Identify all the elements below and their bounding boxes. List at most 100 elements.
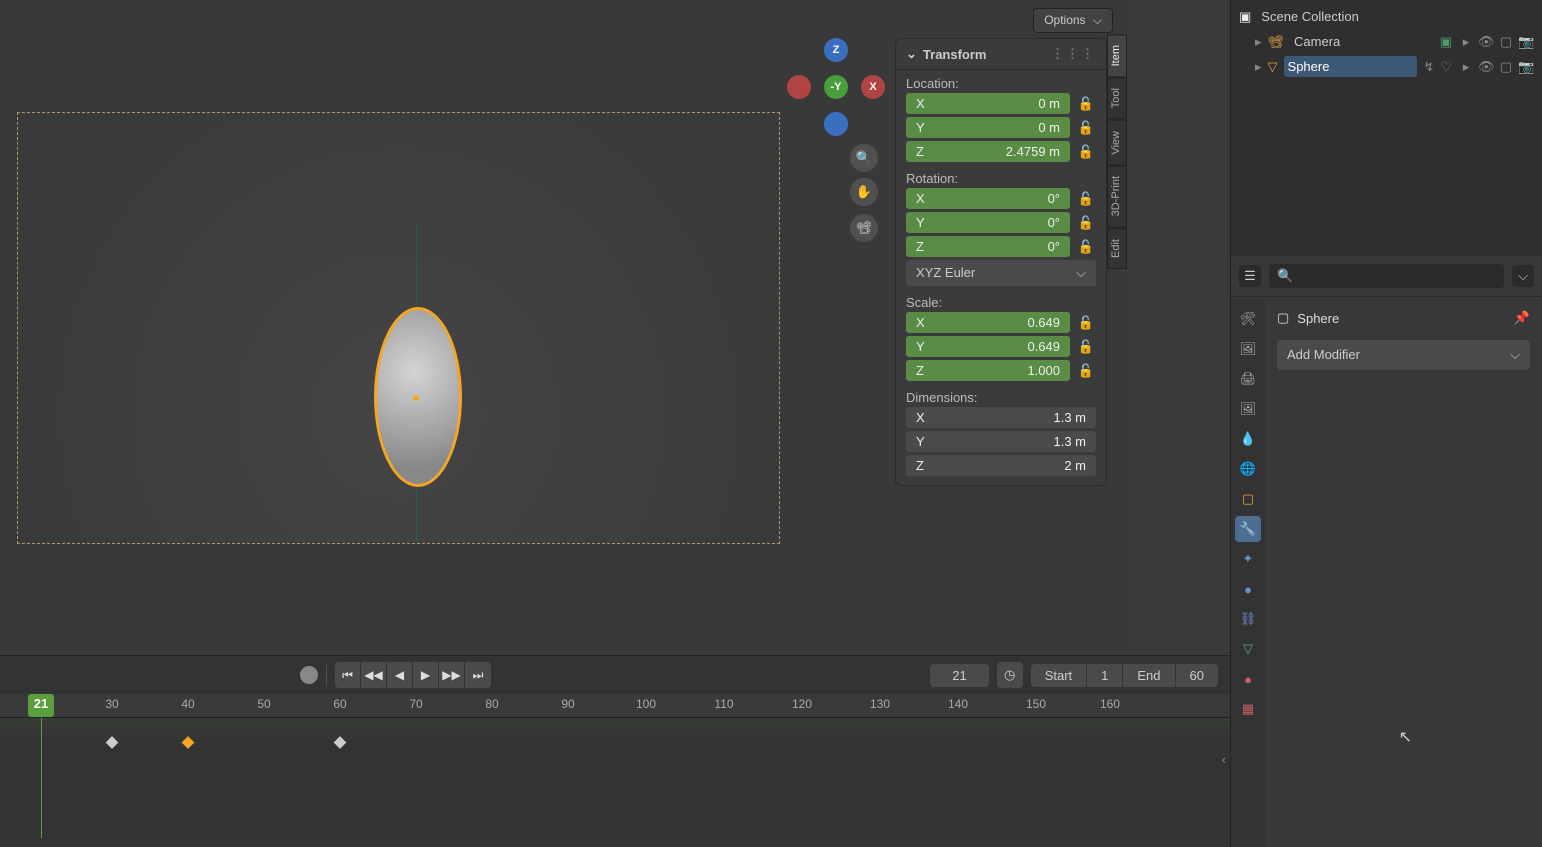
viewport-icon[interactable]: ▢	[1498, 59, 1514, 75]
tab-tool[interactable]: Tool	[1107, 77, 1127, 119]
keyframe-icon[interactable]	[182, 736, 195, 749]
skip-back-icon: ⏮	[342, 668, 353, 683]
play-reverse-button[interactable]: ◀	[387, 662, 413, 688]
tab-edit[interactable]: Edit	[1107, 228, 1127, 269]
render-icon[interactable]: 📷	[1518, 34, 1534, 50]
gizmo-z-icon[interactable]: Z	[824, 38, 848, 62]
location-z-field[interactable]: Z2.4759 m	[906, 141, 1070, 162]
dim-y-field[interactable]: Y1.3 m	[906, 431, 1096, 452]
mesh-data-icon[interactable]: ♡	[1440, 59, 1452, 75]
lock-icon[interactable]: 🔓	[1076, 361, 1096, 381]
dim-x-field[interactable]: X1.3 m	[906, 407, 1096, 428]
lock-icon[interactable]: 🔓	[1076, 313, 1096, 333]
drag-grip-icon[interactable]: ⋮⋮⋮	[1051, 46, 1096, 62]
pan-button[interactable]: ✋	[850, 178, 878, 206]
scale-x-field[interactable]: X0.649	[906, 312, 1070, 333]
rotation-x-field[interactable]: X0°	[906, 188, 1070, 209]
outliner-panel[interactable]: ▣ Scene Collection ▸ 📽 Camera ▣ ▸ 👁 ▢ 📷 …	[1230, 0, 1542, 256]
lock-icon[interactable]: 🔓	[1076, 142, 1096, 162]
transform-header[interactable]: ⌄ Transform ⋮⋮⋮	[896, 39, 1106, 70]
tab-texture-icon[interactable]: ▦	[1235, 696, 1261, 722]
rotation-y-field[interactable]: Y0°	[906, 212, 1070, 233]
gizmo-neg-x-icon[interactable]	[787, 75, 811, 99]
lock-icon[interactable]: 🔓	[1076, 189, 1096, 209]
tab-object-icon[interactable]: ▢	[1235, 486, 1261, 512]
render-icon[interactable]: 📷	[1518, 59, 1534, 75]
auto-keying-button[interactable]	[300, 666, 318, 684]
viewport-icon[interactable]: ▢	[1498, 34, 1514, 50]
chevron-right-icon[interactable]: ▸	[1255, 59, 1262, 75]
keyframe-track[interactable]	[0, 718, 1230, 838]
tab-scene-icon[interactable]: 💧	[1235, 426, 1261, 452]
end-frame-field[interactable]: 60	[1176, 664, 1218, 687]
play-button[interactable]: ▶	[413, 662, 439, 688]
eye-icon[interactable]: 👁	[1478, 34, 1494, 50]
tab-3dprint[interactable]: 3D-Print	[1107, 165, 1127, 227]
camera-data-icon[interactable]: ▣	[1440, 34, 1452, 50]
tab-particles-icon[interactable]: ✦	[1235, 546, 1261, 572]
display-mode-dropdown[interactable]: ☰	[1239, 265, 1261, 287]
next-keyframe-button[interactable]: ▶▶	[439, 662, 465, 688]
rotation-z-field[interactable]: Z0°	[906, 236, 1070, 257]
pin-icon[interactable]: 📌	[1514, 310, 1530, 326]
tab-tool-icon[interactable]: 🛠	[1235, 306, 1261, 332]
lock-icon[interactable]: 🔓	[1076, 337, 1096, 357]
gizmo-x-icon[interactable]: X	[861, 75, 885, 99]
tab-physics-icon[interactable]: ●	[1235, 576, 1261, 602]
outliner-collection-row[interactable]: ▣ Scene Collection	[1231, 4, 1542, 29]
gizmo-y-icon[interactable]: -Y	[824, 75, 848, 99]
dim-z-field[interactable]: Z2 m	[906, 455, 1096, 476]
use-preview-range-button[interactable]: ◷	[997, 662, 1023, 688]
scale-y-field[interactable]: Y0.649	[906, 336, 1070, 357]
zoom-button[interactable]: 🔍	[850, 144, 878, 172]
tab-view[interactable]: View	[1107, 120, 1127, 166]
add-modifier-dropdown[interactable]: Add Modifier ⌵	[1277, 340, 1530, 370]
select-icon[interactable]: ▸	[1458, 34, 1474, 50]
chevron-right-icon[interactable]: ▸	[1255, 34, 1262, 50]
camera-icon: 📽	[856, 220, 873, 236]
select-icon[interactable]: ▸	[1458, 59, 1474, 75]
row-toggles: ▸ 👁 ▢ 📷	[1458, 59, 1534, 75]
tab-item[interactable]: Item	[1107, 34, 1127, 77]
properties-body: ▢ Sphere 📌 Add Modifier ⌵	[1265, 300, 1542, 380]
navigation-gizmo[interactable]: Z -Y X	[787, 38, 885, 136]
jump-end-button[interactable]: ⏭	[465, 662, 491, 688]
lock-icon[interactable]: 🔓	[1076, 237, 1096, 257]
3d-viewport[interactable]: Options ⌵ Z -Y X 🔍 ✋ 📽 ⌄ Transform ⋮⋮⋮ L…	[0, 0, 1127, 655]
tab-world-icon[interactable]: 🌐	[1235, 456, 1261, 482]
tab-data-icon[interactable]: ▽	[1235, 636, 1261, 662]
location-x-field[interactable]: X0 m	[906, 93, 1070, 114]
keyframe-icon[interactable]	[334, 736, 347, 749]
outliner-camera-row[interactable]: ▸ 📽 Camera ▣ ▸ 👁 ▢ 📷	[1231, 29, 1542, 54]
tab-viewlayer-icon[interactable]: 🖼	[1235, 396, 1261, 422]
outliner-sphere-row[interactable]: ▸ ▽ Sphere ↯ ♡ ▸ 👁 ▢ 📷	[1231, 54, 1542, 79]
tab-modifier-icon[interactable]: 🔧	[1235, 516, 1261, 542]
lock-icon[interactable]: 🔓	[1076, 118, 1096, 138]
timeline-panel[interactable]: ⏮ ◀◀ ◀ ▶ ▶▶ ⏭ 21 ◷ Start 1 End 60 ‹ 21 3…	[0, 655, 1230, 847]
camera-view-button[interactable]: 📽	[850, 214, 878, 242]
animation-data-icon[interactable]: ↯	[1423, 59, 1434, 75]
rotation-mode-dropdown[interactable]: XYZ Euler⌵	[906, 260, 1096, 286]
keyframe-icon[interactable]	[106, 736, 119, 749]
timeline-ruler[interactable]: 21 30 40 50 60 70 80 90 100 110 120 130 …	[0, 694, 1230, 718]
tab-material-icon[interactable]: ●	[1235, 666, 1261, 692]
lock-icon[interactable]: 🔓	[1076, 94, 1096, 114]
gizmo-neg-z-icon[interactable]	[824, 112, 848, 136]
jump-start-button[interactable]: ⏮	[335, 662, 361, 688]
options-dropdown[interactable]: Options ⌵	[1033, 8, 1113, 33]
options-menu[interactable]: ⌵	[1512, 265, 1534, 287]
properties-search[interactable]: 🔍	[1269, 264, 1504, 288]
location-y-field[interactable]: Y0 m	[906, 117, 1070, 138]
tab-render-icon[interactable]: 🖼	[1235, 336, 1261, 362]
prev-keyframe-button[interactable]: ◀◀	[361, 662, 387, 688]
tab-constraints-icon[interactable]: ⛓	[1235, 606, 1261, 632]
camera-frame	[17, 112, 780, 544]
start-frame-field[interactable]: 1	[1087, 664, 1123, 687]
tab-output-icon[interactable]: 🖨	[1235, 366, 1261, 392]
eye-icon[interactable]: 👁	[1478, 59, 1494, 75]
lock-icon[interactable]: 🔓	[1076, 213, 1096, 233]
playhead[interactable]: 21	[28, 694, 54, 717]
current-frame-field[interactable]: 21	[930, 664, 988, 687]
tick: 80	[485, 697, 498, 711]
scale-z-field[interactable]: Z1.000	[906, 360, 1070, 381]
